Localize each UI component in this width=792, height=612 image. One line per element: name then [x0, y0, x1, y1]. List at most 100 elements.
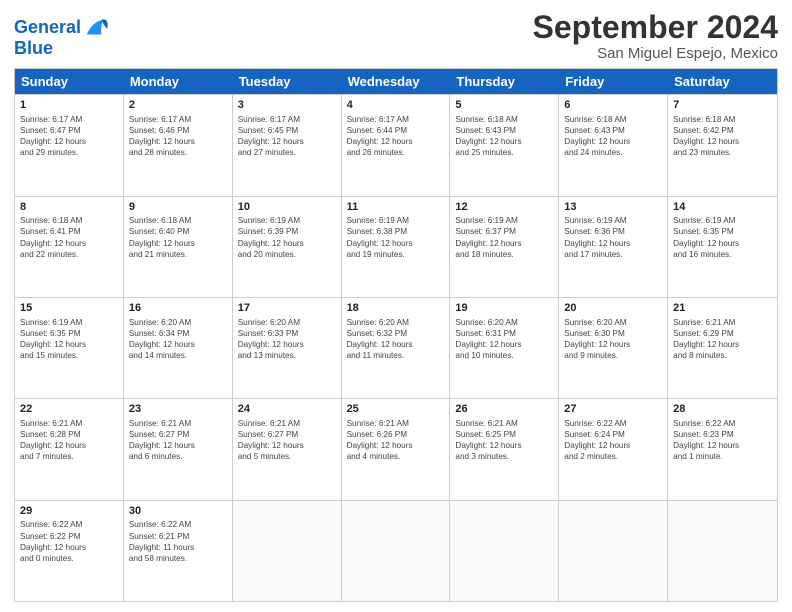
calendar-row-4: 22Sunrise: 6:21 AMSunset: 6:28 PMDayligh…: [15, 398, 777, 499]
calendar-day-15: 15Sunrise: 6:19 AMSunset: 6:35 PMDayligh…: [15, 298, 124, 398]
day-info: Sunrise: 6:18 AMSunset: 6:40 PMDaylight:…: [129, 215, 227, 259]
calendar-day-14: 14Sunrise: 6:19 AMSunset: 6:35 PMDayligh…: [668, 197, 777, 297]
calendar-day-5: 5Sunrise: 6:18 AMSunset: 6:43 PMDaylight…: [450, 95, 559, 195]
day-number: 7: [673, 98, 772, 113]
day-number: 1: [20, 98, 118, 113]
header-day-monday: Monday: [124, 69, 233, 94]
day-number: 23: [129, 402, 227, 417]
calendar-day-29: 29Sunrise: 6:22 AMSunset: 6:22 PMDayligh…: [15, 501, 124, 601]
day-info: Sunrise: 6:21 AMSunset: 6:25 PMDaylight:…: [455, 418, 553, 462]
day-number: 17: [238, 301, 336, 316]
calendar-day-4: 4Sunrise: 6:17 AMSunset: 6:44 PMDaylight…: [342, 95, 451, 195]
day-number: 20: [564, 301, 662, 316]
calendar-row-5: 29Sunrise: 6:22 AMSunset: 6:22 PMDayligh…: [15, 500, 777, 601]
calendar-day-21: 21Sunrise: 6:21 AMSunset: 6:29 PMDayligh…: [668, 298, 777, 398]
day-info: Sunrise: 6:19 AMSunset: 6:38 PMDaylight:…: [347, 215, 445, 259]
calendar-day-19: 19Sunrise: 6:20 AMSunset: 6:31 PMDayligh…: [450, 298, 559, 398]
day-info: Sunrise: 6:17 AMSunset: 6:44 PMDaylight:…: [347, 114, 445, 158]
calendar-day-12: 12Sunrise: 6:19 AMSunset: 6:37 PMDayligh…: [450, 197, 559, 297]
day-info: Sunrise: 6:18 AMSunset: 6:43 PMDaylight:…: [564, 114, 662, 158]
calendar-body: 1Sunrise: 6:17 AMSunset: 6:47 PMDaylight…: [15, 94, 777, 601]
calendar-day-empty: [668, 501, 777, 601]
day-number: 6: [564, 98, 662, 113]
calendar-day-30: 30Sunrise: 6:22 AMSunset: 6:21 PMDayligh…: [124, 501, 233, 601]
title-area: September 2024 San Miguel Espejo, Mexico: [533, 10, 778, 62]
calendar-day-20: 20Sunrise: 6:20 AMSunset: 6:30 PMDayligh…: [559, 298, 668, 398]
calendar-day-8: 8Sunrise: 6:18 AMSunset: 6:41 PMDaylight…: [15, 197, 124, 297]
calendar-header: SundayMondayTuesdayWednesdayThursdayFrid…: [15, 69, 777, 94]
calendar-day-empty: [559, 501, 668, 601]
calendar-day-25: 25Sunrise: 6:21 AMSunset: 6:26 PMDayligh…: [342, 399, 451, 499]
calendar-day-9: 9Sunrise: 6:18 AMSunset: 6:40 PMDaylight…: [124, 197, 233, 297]
day-number: 16: [129, 301, 227, 316]
calendar-row-1: 1Sunrise: 6:17 AMSunset: 6:47 PMDaylight…: [15, 94, 777, 195]
day-number: 14: [673, 200, 772, 215]
day-number: 4: [347, 98, 445, 113]
calendar-day-6: 6Sunrise: 6:18 AMSunset: 6:43 PMDaylight…: [559, 95, 668, 195]
day-number: 30: [129, 504, 227, 519]
header-day-wednesday: Wednesday: [342, 69, 451, 94]
calendar-day-28: 28Sunrise: 6:22 AMSunset: 6:23 PMDayligh…: [668, 399, 777, 499]
day-number: 13: [564, 200, 662, 215]
calendar-day-16: 16Sunrise: 6:20 AMSunset: 6:34 PMDayligh…: [124, 298, 233, 398]
day-info: Sunrise: 6:21 AMSunset: 6:27 PMDaylight:…: [129, 418, 227, 462]
day-number: 9: [129, 200, 227, 215]
day-number: 25: [347, 402, 445, 417]
day-info: Sunrise: 6:20 AMSunset: 6:34 PMDaylight:…: [129, 317, 227, 361]
day-info: Sunrise: 6:18 AMSunset: 6:42 PMDaylight:…: [673, 114, 772, 158]
day-number: 18: [347, 301, 445, 316]
day-number: 19: [455, 301, 553, 316]
logo-icon: [83, 14, 111, 42]
day-number: 3: [238, 98, 336, 113]
day-info: Sunrise: 6:18 AMSunset: 6:41 PMDaylight:…: [20, 215, 118, 259]
day-number: 27: [564, 402, 662, 417]
calendar-day-26: 26Sunrise: 6:21 AMSunset: 6:25 PMDayligh…: [450, 399, 559, 499]
day-number: 28: [673, 402, 772, 417]
calendar-day-empty: [342, 501, 451, 601]
calendar: SundayMondayTuesdayWednesdayThursdayFrid…: [14, 68, 778, 602]
logo: General Blue: [14, 14, 111, 59]
calendar-day-3: 3Sunrise: 6:17 AMSunset: 6:45 PMDaylight…: [233, 95, 342, 195]
day-info: Sunrise: 6:22 AMSunset: 6:24 PMDaylight:…: [564, 418, 662, 462]
day-info: Sunrise: 6:21 AMSunset: 6:28 PMDaylight:…: [20, 418, 118, 462]
day-number: 5: [455, 98, 553, 113]
day-info: Sunrise: 6:21 AMSunset: 6:27 PMDaylight:…: [238, 418, 336, 462]
day-info: Sunrise: 6:20 AMSunset: 6:30 PMDaylight:…: [564, 317, 662, 361]
day-number: 2: [129, 98, 227, 113]
day-info: Sunrise: 6:22 AMSunset: 6:23 PMDaylight:…: [673, 418, 772, 462]
day-number: 24: [238, 402, 336, 417]
day-number: 10: [238, 200, 336, 215]
calendar-day-18: 18Sunrise: 6:20 AMSunset: 6:32 PMDayligh…: [342, 298, 451, 398]
calendar-day-1: 1Sunrise: 6:17 AMSunset: 6:47 PMDaylight…: [15, 95, 124, 195]
calendar-row-3: 15Sunrise: 6:19 AMSunset: 6:35 PMDayligh…: [15, 297, 777, 398]
day-number: 11: [347, 200, 445, 215]
calendar-day-10: 10Sunrise: 6:19 AMSunset: 6:39 PMDayligh…: [233, 197, 342, 297]
day-info: Sunrise: 6:18 AMSunset: 6:43 PMDaylight:…: [455, 114, 553, 158]
day-info: Sunrise: 6:20 AMSunset: 6:31 PMDaylight:…: [455, 317, 553, 361]
day-info: Sunrise: 6:22 AMSunset: 6:21 PMDaylight:…: [129, 519, 227, 563]
day-info: Sunrise: 6:20 AMSunset: 6:32 PMDaylight:…: [347, 317, 445, 361]
day-number: 8: [20, 200, 118, 215]
day-info: Sunrise: 6:19 AMSunset: 6:39 PMDaylight:…: [238, 215, 336, 259]
day-number: 21: [673, 301, 772, 316]
calendar-row-2: 8Sunrise: 6:18 AMSunset: 6:41 PMDaylight…: [15, 196, 777, 297]
calendar-day-24: 24Sunrise: 6:21 AMSunset: 6:27 PMDayligh…: [233, 399, 342, 499]
calendar-day-11: 11Sunrise: 6:19 AMSunset: 6:38 PMDayligh…: [342, 197, 451, 297]
day-info: Sunrise: 6:17 AMSunset: 6:47 PMDaylight:…: [20, 114, 118, 158]
calendar-day-2: 2Sunrise: 6:17 AMSunset: 6:46 PMDaylight…: [124, 95, 233, 195]
day-info: Sunrise: 6:22 AMSunset: 6:22 PMDaylight:…: [20, 519, 118, 563]
day-number: 15: [20, 301, 118, 316]
day-info: Sunrise: 6:17 AMSunset: 6:45 PMDaylight:…: [238, 114, 336, 158]
day-number: 12: [455, 200, 553, 215]
day-info: Sunrise: 6:19 AMSunset: 6:37 PMDaylight:…: [455, 215, 553, 259]
day-number: 29: [20, 504, 118, 519]
day-info: Sunrise: 6:20 AMSunset: 6:33 PMDaylight:…: [238, 317, 336, 361]
header-day-sunday: Sunday: [15, 69, 124, 94]
calendar-day-13: 13Sunrise: 6:19 AMSunset: 6:36 PMDayligh…: [559, 197, 668, 297]
calendar-day-22: 22Sunrise: 6:21 AMSunset: 6:28 PMDayligh…: [15, 399, 124, 499]
day-info: Sunrise: 6:19 AMSunset: 6:35 PMDaylight:…: [20, 317, 118, 361]
calendar-day-empty: [233, 501, 342, 601]
header-day-tuesday: Tuesday: [233, 69, 342, 94]
calendar-day-23: 23Sunrise: 6:21 AMSunset: 6:27 PMDayligh…: [124, 399, 233, 499]
header-day-friday: Friday: [559, 69, 668, 94]
